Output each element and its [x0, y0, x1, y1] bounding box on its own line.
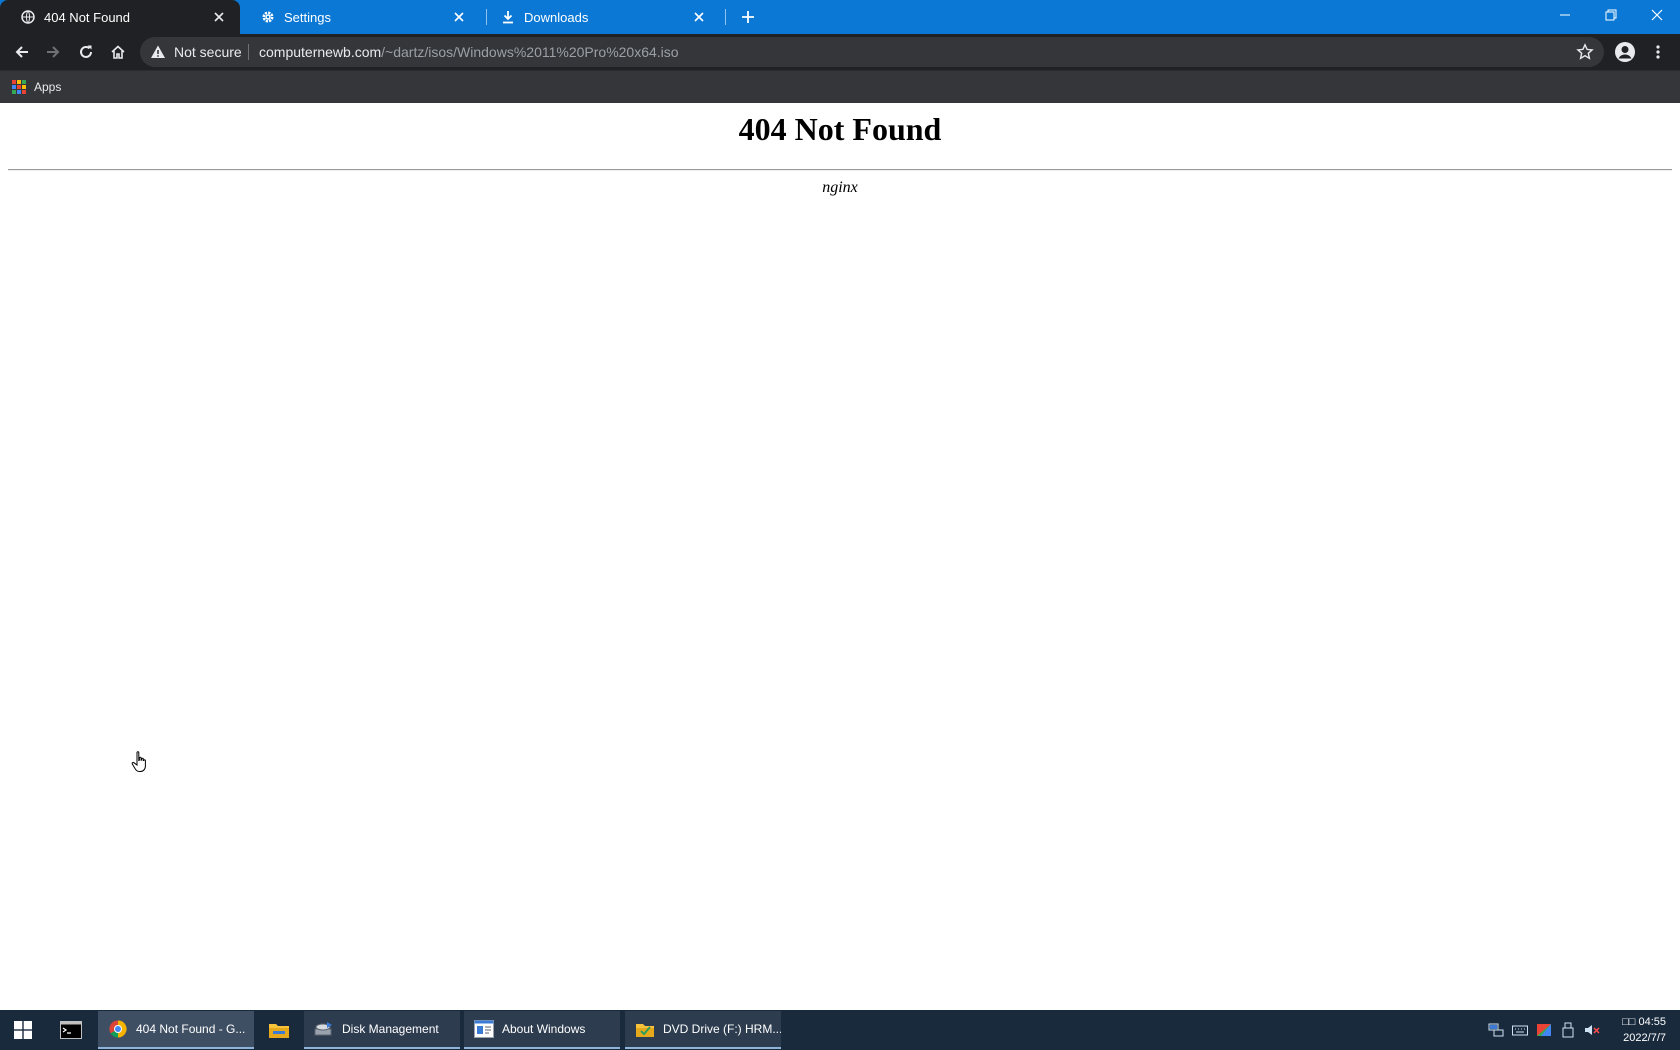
horizontal-rule — [8, 169, 1672, 171]
windows-logo-icon — [14, 1021, 32, 1039]
close-tab-icon[interactable] — [450, 8, 468, 26]
new-tab-button[interactable] — [737, 6, 759, 28]
back-button[interactable] — [10, 40, 34, 64]
taskbar-app-dvd-drive[interactable]: DVD Drive (F:) HRM... — [625, 1011, 781, 1049]
home-button[interactable] — [106, 40, 130, 64]
close-tab-icon[interactable] — [210, 8, 228, 26]
download-icon — [500, 9, 516, 25]
desktop: 404 Not Found Settings Downloads Not sec… — [0, 0, 1680, 1050]
taskbar: 404 Not Found - G... Disk Management Abo… — [0, 1010, 1680, 1050]
close-icon — [1651, 9, 1663, 21]
minimize-button[interactable] — [1542, 0, 1588, 30]
globe-icon — [20, 9, 36, 25]
keyboard-icon[interactable] — [1512, 1022, 1528, 1038]
page-title: 404 Not Found — [738, 111, 942, 147]
profile-button[interactable] — [1613, 40, 1637, 64]
tab-divider — [725, 9, 726, 25]
command-prompt-icon — [60, 1021, 82, 1039]
account-icon — [1615, 42, 1635, 62]
clock-date: 2022/7/7 — [1623, 1032, 1666, 1044]
plus-icon — [742, 11, 754, 23]
taskbar-app-label: 404 Not Found - G... — [136, 1022, 246, 1036]
apps-shortcut[interactable]: Apps — [12, 77, 61, 97]
display-color-icon[interactable] — [1536, 1022, 1552, 1038]
file-explorer-icon — [269, 1024, 289, 1038]
security-status[interactable]: Not secure — [174, 44, 242, 60]
url-host: computernewb.com — [259, 44, 382, 60]
chrome-icon — [108, 1019, 128, 1039]
disk-management-icon — [314, 1019, 334, 1039]
restore-icon — [1605, 9, 1617, 21]
address-bar[interactable]: Not secure computernewb.com/~dartz/isos/… — [140, 37, 1604, 67]
dvd-drive-icon — [635, 1019, 655, 1039]
forward-button[interactable] — [41, 40, 65, 64]
apps-label: Apps — [34, 80, 62, 94]
file-explorer-button[interactable] — [256, 1010, 302, 1050]
server-signature: nginx — [822, 179, 858, 196]
reload-icon — [80, 45, 92, 58]
taskbar-app-disk-management[interactable]: Disk Management — [304, 1011, 460, 1049]
tab-title: Downloads — [524, 9, 589, 25]
taskbar-app-chrome[interactable]: 404 Not Found - G... — [98, 1011, 254, 1049]
clock-time: □□ 04:55 — [1622, 1016, 1666, 1028]
gear-icon — [260, 9, 276, 25]
tab-settings[interactable]: Settings — [248, 0, 480, 34]
browser-toolbar: Not secure computernewb.com/~dartz/isos/… — [0, 34, 1680, 70]
command-prompt-button[interactable] — [48, 1010, 94, 1050]
url-text[interactable]: computernewb.com/~dartz/isos/Windows%201… — [259, 44, 679, 60]
tab-404-not-found[interactable]: 404 Not Found — [0, 0, 240, 34]
home-icon — [111, 45, 125, 59]
start-button[interactable] — [0, 1010, 46, 1050]
taskbar-app-label: DVD Drive (F:) HRM... — [663, 1022, 781, 1036]
menu-button[interactable] — [1646, 40, 1670, 64]
close-window-button[interactable] — [1634, 0, 1680, 30]
system-clock[interactable]: □□ 04:55 2022/7/7 — [1622, 1014, 1666, 1046]
taskbar-app-about-windows[interactable]: About Windows — [464, 1011, 620, 1049]
network-icon[interactable] — [1488, 1022, 1504, 1038]
forward-arrow-icon — [47, 46, 60, 58]
bookmarks-bar: Apps — [0, 70, 1680, 103]
tab-title: 404 Not Found — [44, 9, 131, 25]
warning-icon[interactable] — [150, 44, 166, 60]
apps-grid-icon — [12, 80, 26, 94]
bookmark-star-icon[interactable] — [1576, 43, 1594, 61]
taskbar-app-label: Disk Management — [342, 1022, 439, 1036]
back-arrow-icon — [15, 46, 28, 58]
usb-device-icon[interactable] — [1560, 1022, 1576, 1038]
tab-downloads[interactable]: Downloads — [488, 0, 720, 34]
close-tab-icon[interactable] — [690, 8, 708, 26]
volume-muted-icon[interactable] — [1584, 1022, 1600, 1038]
tab-strip: 404 Not Found Settings Downloads — [0, 0, 1680, 34]
url-path: /~dartz/isos/Windows%2011%20Pro%20x64.is… — [381, 44, 679, 60]
reload-button[interactable] — [74, 40, 98, 64]
tab-divider — [486, 9, 487, 25]
taskbar-app-label: About Windows — [502, 1022, 586, 1036]
more-vert-icon — [1656, 45, 1660, 59]
minimize-icon — [1560, 14, 1570, 16]
hand-cursor-icon — [131, 751, 146, 772]
about-windows-icon — [474, 1019, 494, 1039]
page-content: 404 Not Found nginx — [0, 103, 1680, 1010]
restore-button[interactable] — [1588, 0, 1634, 30]
omnibox-divider — [248, 44, 249, 60]
tab-title: Settings — [284, 9, 331, 25]
